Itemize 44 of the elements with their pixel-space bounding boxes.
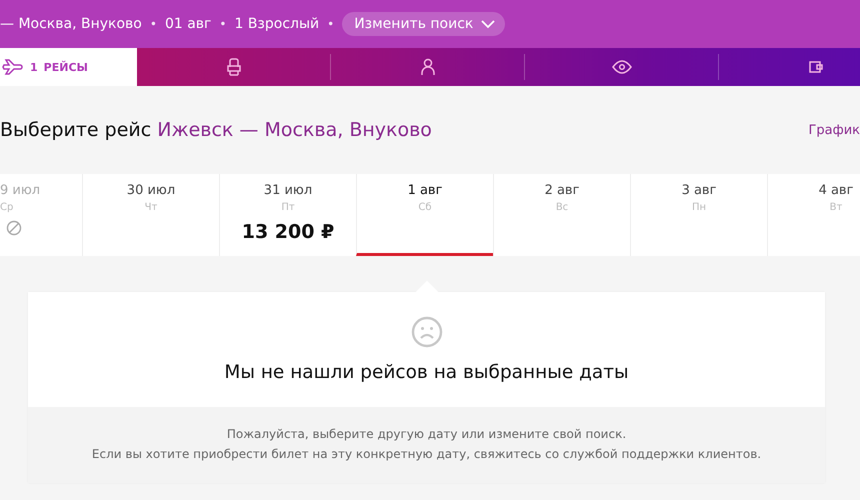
tab-label: РЕЙСЫ xyxy=(44,60,88,74)
wallet-icon xyxy=(808,59,824,75)
weekday-label: Ср xyxy=(0,202,14,213)
schedule-link[interactable]: График xyxy=(808,122,860,138)
weekday-label: Вт xyxy=(830,202,842,213)
date-cell[interactable]: 4 авг Вт xyxy=(767,174,860,256)
change-search-button[interactable]: Изменить поиск xyxy=(342,12,506,36)
person-icon xyxy=(420,58,434,76)
price-label: 13 200 ₽ xyxy=(242,221,334,243)
date-label: 2 авг xyxy=(544,183,580,198)
date-cell[interactable]: 30 июл Чт xyxy=(82,174,219,256)
date-label: 31 июл xyxy=(264,183,312,198)
weekday-label: Сб xyxy=(418,202,432,213)
eye-icon xyxy=(612,60,632,74)
sad-face-icon xyxy=(410,316,442,348)
weekday-label: Пт xyxy=(281,202,295,213)
date-cell[interactable]: 1 авг Сб xyxy=(356,174,493,256)
chevron-down-icon xyxy=(481,19,496,29)
seat-icon xyxy=(226,58,242,76)
separator-dot: • xyxy=(219,17,226,31)
passengers-text: 1 Взрослый xyxy=(234,16,320,32)
date-label: 1 авг xyxy=(408,183,442,198)
date-cell[interactable]: 3 авг Пн xyxy=(630,174,767,256)
weekday-label: Вс xyxy=(556,202,568,213)
separator-dot: • xyxy=(150,17,157,31)
notice-text: Если вы хотите приобрести билет на эту конкретную дату, свяжитесь со службой поддержки клиентов. xyxy=(92,447,762,461)
notice-title: Мы не нашли рейсов на выбранные даты xyxy=(224,362,629,383)
notice-text: Пожалуйста, выберите другую дату или измените свой поиск. xyxy=(226,427,626,441)
tab-number: 1 xyxy=(30,60,38,74)
date-label: 30 июл xyxy=(126,183,176,198)
date-cell[interactable]: 31 июл Пт 13 200 ₽ xyxy=(219,174,356,256)
plane-icon xyxy=(2,58,24,76)
route-text: — Москва, Внуково xyxy=(0,16,142,32)
date-label: 3 авг xyxy=(682,183,716,198)
weekday-label: Пн xyxy=(692,202,706,213)
weekday-label: Чт xyxy=(144,202,158,213)
date-cell[interactable]: 2 авг Вс xyxy=(493,174,630,256)
date-label: 4 авг xyxy=(818,183,854,198)
unavailable-icon xyxy=(6,220,22,236)
date-label: 9 июл xyxy=(0,183,40,198)
separator-dot: • xyxy=(327,17,334,31)
step-tab[interactable]: 1 РЕЙСЫ xyxy=(0,48,137,86)
page-heading: Выберите рейс Ижевск — Москва, Внуково xyxy=(0,119,432,141)
date-text: 01 авг xyxy=(164,16,212,32)
